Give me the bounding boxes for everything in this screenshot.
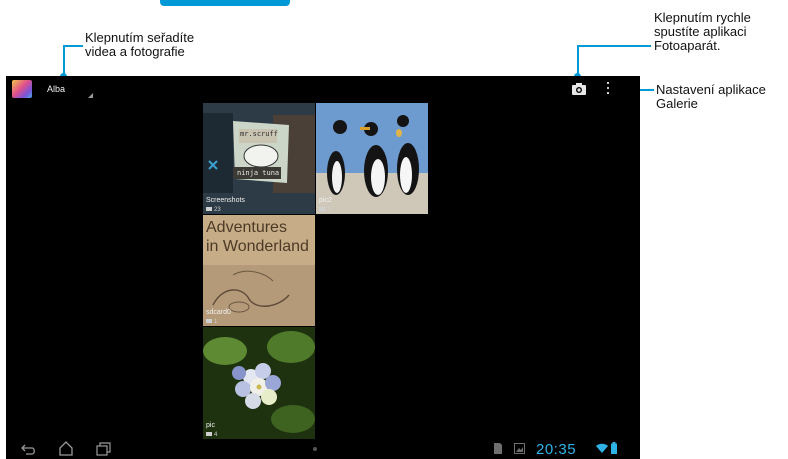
callout-settings: Nastavení aplikace Galerie <box>656 83 766 111</box>
system-navigation-bar: 20:35 <box>6 439 640 459</box>
recent-apps-icon[interactable] <box>96 442 112 456</box>
folder-icon <box>206 432 212 436</box>
album-count-value: 4 <box>214 432 218 438</box>
pic-thumbnail <box>203 327 315 439</box>
album-count-value: 23 <box>214 207 221 213</box>
album-name: Screenshots <box>206 197 245 204</box>
album-count: 4 <box>206 432 217 438</box>
callout-camera-line-3: Fotoaparát. <box>654 38 721 53</box>
gallery-app-icon[interactable] <box>12 80 32 98</box>
picture-notification-icon <box>514 443 525 454</box>
callout-camera-line-1: Klepnutím rychle <box>654 10 751 25</box>
back-icon[interactable] <box>20 443 36 455</box>
callout-camera-connector-v <box>577 45 579 76</box>
album-tile-screenshots[interactable]: mr.scruff ninja tuna Screenshots 23 <box>203 103 315 214</box>
callout-sort-line-1: Klepnutím seřadíte <box>85 30 195 45</box>
screenshot-art-text-bottom: ninja tuna <box>237 169 280 177</box>
callout-sort-connector-h <box>64 45 83 47</box>
folder-icon <box>319 207 325 211</box>
battery-icon <box>611 442 617 454</box>
wifi-icon <box>596 443 608 453</box>
album-name: pic2 <box>319 197 332 204</box>
book-title-line-1: Adventures <box>206 219 287 236</box>
book-title-text: Adventures in Wonderland <box>206 218 309 256</box>
album-count-value: 1 <box>214 319 218 325</box>
page-header-bar <box>160 0 290 6</box>
album-name: pic <box>206 422 215 429</box>
book-title-line-2: in Wonderland <box>206 238 309 255</box>
status-clock: 20:35 <box>536 441 577 458</box>
folder-icon <box>206 319 212 323</box>
callout-camera: Klepnutím rychle spustíte aplikaci Fotoa… <box>654 11 751 53</box>
folder-icon <box>206 207 212 211</box>
pic2-thumbnail <box>316 103 428 214</box>
albums-spinner-label[interactable]: Alba <box>47 84 65 94</box>
callout-sort-connector-v <box>63 45 65 76</box>
callout-camera-line-2: spustíte aplikaci <box>654 24 747 39</box>
callout-settings-line-1: Nastavení aplikace <box>656 82 766 97</box>
album-count: 2 <box>319 207 330 213</box>
overflow-menu-icon[interactable] <box>606 82 610 96</box>
screenshot-art-text-top: mr.scruff <box>240 130 278 138</box>
album-tile-pic[interactable]: pic 4 <box>203 327 315 439</box>
gallery-screen: Alba mr.scruff ninja tuna Screenshots 23… <box>6 76 640 459</box>
home-icon[interactable] <box>58 441 74 456</box>
action-bar: Alba <box>6 76 640 102</box>
album-count-value: 2 <box>327 207 331 213</box>
spinner-triangle-icon[interactable] <box>88 93 93 98</box>
page-indicator-dot <box>313 447 317 451</box>
album-count: 1 <box>206 319 217 325</box>
album-count: 23 <box>206 207 221 213</box>
callout-sort: Klepnutím seřadíte videa a fotografie <box>85 31 194 59</box>
camera-icon[interactable] <box>572 82 586 95</box>
album-tile-pic2[interactable]: pic2 2 <box>316 103 428 214</box>
album-tile-sdcard0[interactable]: Adventures in Wonderland sdcard0 1 <box>203 215 315 326</box>
sd-card-icon <box>494 443 502 454</box>
callout-camera-connector-h <box>578 45 651 47</box>
callout-settings-line-2: Galerie <box>656 96 698 111</box>
album-name: sdcard0 <box>206 309 231 316</box>
callout-sort-line-2: videa a fotografie <box>85 44 185 59</box>
